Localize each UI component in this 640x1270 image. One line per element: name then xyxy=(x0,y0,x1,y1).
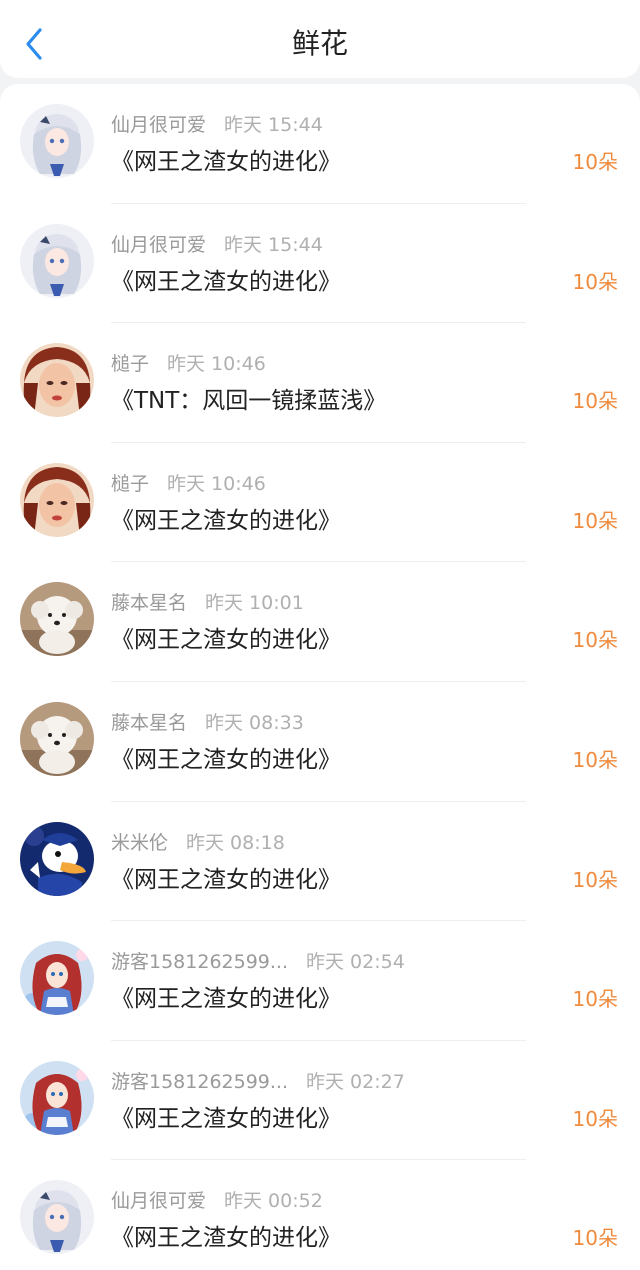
timestamp: 昨天 15:44 xyxy=(224,233,323,256)
avatar[interactable] xyxy=(20,1060,94,1135)
top-nav-bar: 鲜花 xyxy=(0,0,640,78)
list-item[interactable]: 仙月很可爱 昨天 15:44 《网王之渣女的进化》 10朵 xyxy=(0,204,640,324)
meta-line: 仙月很可爱 昨天 15:44 xyxy=(111,230,323,257)
username[interactable]: 藤本星名 xyxy=(111,592,187,614)
anime-girl-white-hair-avatar xyxy=(20,223,94,298)
username[interactable]: 仙月很可爱 xyxy=(111,1190,206,1212)
flower-count: 10朵 xyxy=(572,269,618,294)
flower-count: 10朵 xyxy=(572,508,618,533)
work-title[interactable]: 《网王之渣女的进化》 xyxy=(111,501,341,535)
anime-girl-red-hair-avatar xyxy=(20,941,94,1016)
meta-line: 米米伦 昨天 08:18 xyxy=(111,828,285,855)
meta-line: 藤本星名 昨天 08:33 xyxy=(111,708,304,735)
work-title[interactable]: 《网王之渣女的进化》 xyxy=(111,620,341,654)
username[interactable]: 槌子 xyxy=(111,353,149,375)
work-title[interactable]: 《网王之渣女的进化》 xyxy=(111,860,341,894)
list-item[interactable]: 仙月很可爱 昨天 00:52 《网王之渣女的进化》 10朵 xyxy=(0,1160,640,1270)
username[interactable]: 仙月很可爱 xyxy=(111,114,206,136)
avatar[interactable] xyxy=(20,582,94,657)
avatar[interactable] xyxy=(20,821,94,896)
painted-girl-avatar xyxy=(20,343,94,418)
work-title[interactable]: 《网王之渣女的进化》 xyxy=(111,1218,341,1252)
avatar[interactable] xyxy=(20,462,94,537)
username[interactable]: 米米伦 xyxy=(111,832,168,854)
flower-count: 10朵 xyxy=(572,1226,618,1251)
white-puppy-avatar xyxy=(20,701,94,776)
anime-girl-white-hair-avatar xyxy=(20,1180,94,1255)
flower-count: 10朵 xyxy=(572,747,618,772)
flower-count: 10朵 xyxy=(572,1106,618,1131)
timestamp: 昨天 08:33 xyxy=(205,711,304,734)
avatar[interactable] xyxy=(20,343,94,418)
list-item[interactable]: 槌子 昨天 10:46 《网王之渣女的进化》 10朵 xyxy=(0,443,640,563)
username[interactable]: 藤本星名 xyxy=(111,712,187,734)
work-title[interactable]: 《TNT：风回一镜揉蓝浅》 xyxy=(111,381,386,415)
meta-line: 仙月很可爱 昨天 00:52 xyxy=(111,1186,323,1213)
meta-line: 槌子 昨天 10:46 xyxy=(111,349,266,376)
flower-count: 10朵 xyxy=(572,867,618,892)
list-item[interactable]: 游客1581262599... 昨天 02:27 《网王之渣女的进化》 10朵 xyxy=(0,1041,640,1161)
work-title[interactable]: 《网王之渣女的进化》 xyxy=(111,262,341,296)
timestamp: 昨天 08:18 xyxy=(186,831,285,854)
avatar[interactable] xyxy=(20,941,94,1016)
work-title[interactable]: 《网王之渣女的进化》 xyxy=(111,979,341,1013)
list-item[interactable]: 藤本星名 昨天 10:01 《网王之渣女的进化》 10朵 xyxy=(0,562,640,682)
page-title: 鲜花 xyxy=(291,27,348,60)
username[interactable]: 仙月很可爱 xyxy=(111,234,206,256)
flower-count: 10朵 xyxy=(572,628,618,653)
timestamp: 昨天 02:54 xyxy=(306,951,405,974)
meta-line: 槌子 昨天 10:46 xyxy=(111,469,266,496)
timestamp: 昨天 00:52 xyxy=(224,1190,323,1213)
username[interactable]: 游客1581262599... xyxy=(111,1071,288,1093)
work-title[interactable]: 《网王之渣女的进化》 xyxy=(111,1099,341,1133)
timestamp: 昨天 10:01 xyxy=(205,592,304,615)
meta-line: 仙月很可爱 昨天 15:44 xyxy=(111,110,323,137)
flower-count: 10朵 xyxy=(572,150,618,174)
avatar[interactable] xyxy=(20,104,94,178)
username[interactable]: 游客1581262599... xyxy=(111,951,288,973)
list-item[interactable]: 藤本星名 昨天 08:33 《网王之渣女的进化》 10朵 xyxy=(0,682,640,802)
username[interactable]: 槌子 xyxy=(111,473,149,495)
meta-line: 游客1581262599... 昨天 02:54 xyxy=(111,947,405,974)
flower-list: 仙月很可爱 昨天 15:44 《网王之渣女的进化》 10朵 仙月很可爱 昨天 15:44 《… xyxy=(0,84,640,1270)
avatar[interactable] xyxy=(20,1180,94,1255)
cartoon-duck-avatar xyxy=(20,821,94,896)
meta-line: 藤本星名 昨天 10:01 xyxy=(111,588,304,615)
painted-girl-avatar xyxy=(20,462,94,537)
meta-line: 游客1581262599... 昨天 02:27 xyxy=(111,1067,405,1094)
avatar[interactable] xyxy=(20,223,94,298)
list-item[interactable]: 仙月很可爱 昨天 15:44 《网王之渣女的进化》 10朵 xyxy=(0,84,640,204)
anime-girl-red-hair-avatar xyxy=(20,1060,94,1135)
avatar[interactable] xyxy=(20,701,94,776)
flower-count: 10朵 xyxy=(572,987,618,1012)
timestamp: 昨天 10:46 xyxy=(167,472,266,495)
white-puppy-avatar xyxy=(20,582,94,657)
work-title[interactable]: 《网王之渣女的进化》 xyxy=(111,142,341,176)
list-item[interactable]: 米米伦 昨天 08:18 《网王之渣女的进化》 10朵 xyxy=(0,802,640,922)
work-title[interactable]: 《网王之渣女的进化》 xyxy=(111,740,341,774)
timestamp: 昨天 02:27 xyxy=(306,1070,405,1093)
list-item[interactable]: 游客1581262599... 昨天 02:54 《网王之渣女的进化》 10朵 xyxy=(0,921,640,1041)
list-item[interactable]: 槌子 昨天 10:46 《TNT：风回一镜揉蓝浅》 10朵 xyxy=(0,323,640,443)
timestamp: 昨天 10:46 xyxy=(167,353,266,376)
flower-count: 10朵 xyxy=(572,389,618,414)
timestamp: 昨天 15:44 xyxy=(224,114,323,136)
anime-girl-white-hair-avatar xyxy=(20,104,94,178)
